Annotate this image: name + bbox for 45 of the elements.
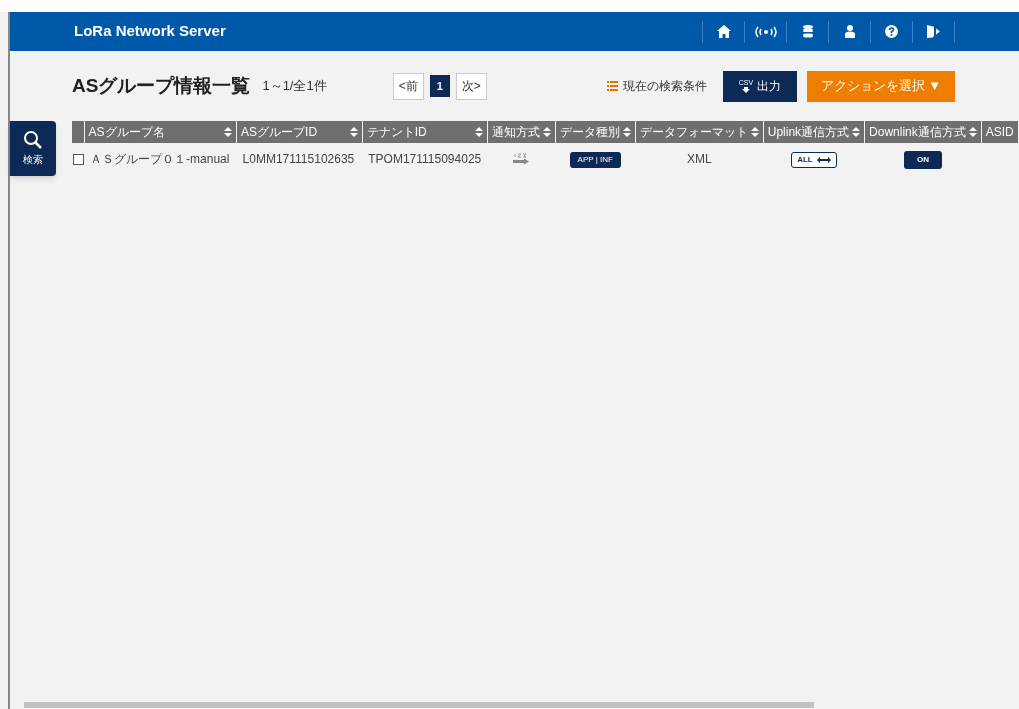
next-page-button[interactable]: 次> — [455, 72, 487, 100]
action-select-button[interactable]: アクションを選択 ▼ — [807, 70, 955, 102]
user-icon[interactable] — [844, 25, 855, 38]
table-cell: TPOM171115094025 — [368, 151, 482, 166]
column-header[interactable]: テナントID — [366, 123, 427, 141]
column-header[interactable]: ASID — [985, 123, 1014, 141]
column-header[interactable]: Uplink通信方式 — [767, 123, 850, 141]
sort-icon[interactable] — [852, 127, 861, 137]
column-header[interactable]: データ種別 — [559, 123, 620, 141]
sort-icon[interactable] — [622, 127, 631, 137]
search-conditions-link[interactable]: 現在の検索条件 — [623, 77, 707, 95]
numbered-arrow-icon — [513, 153, 530, 166]
logout-icon[interactable] — [926, 25, 941, 38]
table-cell: XML — [686, 151, 712, 166]
column-header[interactable]: Downlink通信方式 — [869, 123, 966, 141]
sort-icon[interactable] — [542, 127, 551, 137]
data-type-badge: APP | INF — [569, 152, 621, 168]
column-header[interactable]: ASグループID — [241, 123, 318, 141]
row-checkbox[interactable] — [72, 153, 84, 165]
table-cell: ＡＳグループ０１-manual — [90, 151, 230, 166]
column-header[interactable]: ASグループ名 — [88, 123, 165, 141]
sort-icon[interactable] — [474, 127, 483, 137]
sort-icon[interactable] — [224, 127, 233, 137]
previous-page-button[interactable]: <前 — [392, 72, 424, 100]
table-cell: L0MM171115102635 — [242, 151, 355, 166]
search-icon — [23, 130, 43, 150]
sort-icon[interactable] — [349, 127, 358, 137]
uplink-badge: ALL — [791, 152, 837, 168]
sort-icon[interactable] — [968, 127, 977, 137]
sort-icon[interactable] — [750, 127, 759, 137]
help-icon[interactable] — [885, 25, 898, 38]
page-title: ASグループ情報一覧 — [72, 73, 251, 98]
home-icon[interactable] — [716, 25, 731, 38]
app-title: LoRa Network Server — [74, 21, 226, 42]
downlink-badge: ON — [903, 150, 942, 169]
page-number-button[interactable]: 1 — [429, 75, 450, 97]
column-header[interactable]: 通知方式 — [491, 123, 540, 141]
search-button[interactable]: 検索 — [10, 121, 56, 176]
list-icon — [607, 81, 618, 91]
signal-icon[interactable] — [753, 25, 778, 38]
result-count: 1～1/全1件 — [262, 77, 327, 96]
database-icon[interactable] — [802, 25, 813, 38]
download-icon — [741, 87, 751, 93]
column-header[interactable]: データフォーマット — [639, 123, 748, 141]
scrollbar-thumb[interactable] — [24, 702, 814, 708]
